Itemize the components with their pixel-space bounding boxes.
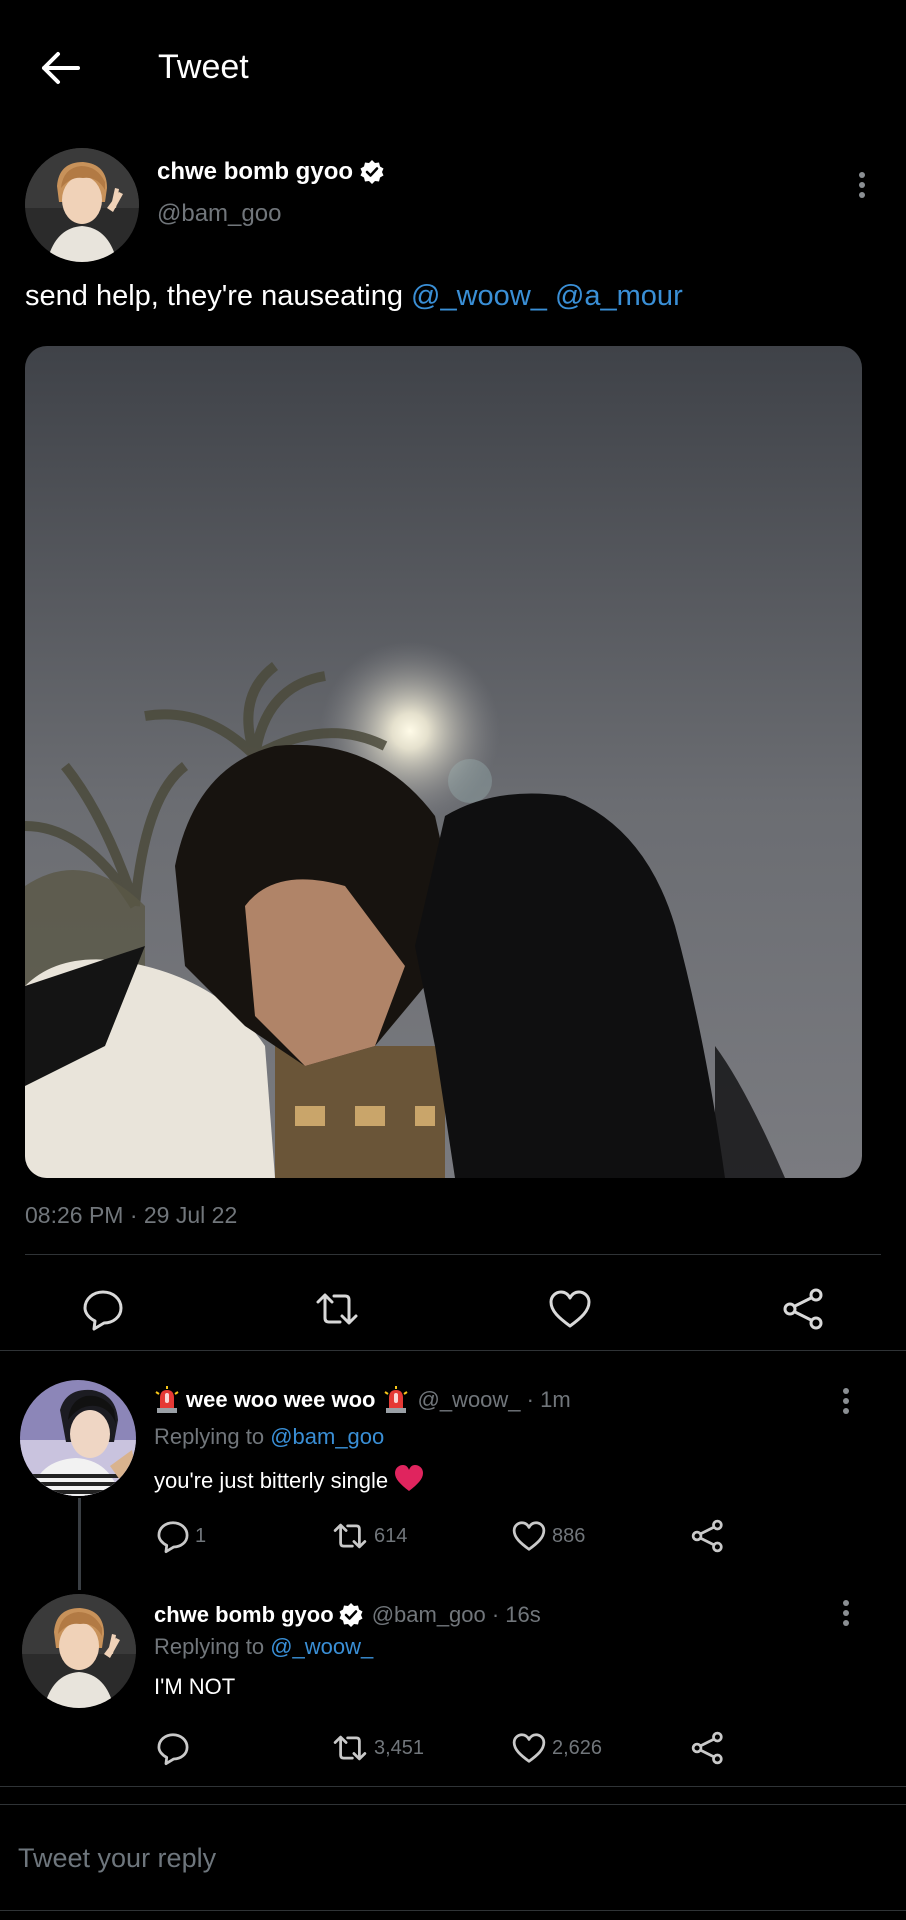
reply-handle-time: @_woow_ · 1m: [417, 1387, 571, 1412]
reply-display-name[interactable]: chwe bomb gyoo: [154, 1602, 334, 1628]
reply-body: you're just bitterly single: [154, 1468, 389, 1493]
tweet-text: send help, they're nauseating @_woow_ @a…: [25, 280, 683, 313]
tweet-photo[interactable]: [25, 346, 862, 1178]
divider: [0, 1910, 906, 1911]
reply-share-button[interactable]: [690, 1730, 726, 1766]
heart-icon[interactable]: [547, 1286, 593, 1332]
reply-header: wee woo wee woo @_woow_ · 1m: [154, 1386, 571, 1414]
reply-header: chwe bomb gyoo @bam_goo · 16s: [154, 1602, 541, 1628]
reply-actions: 1 614 886: [0, 1518, 906, 1558]
mention-link[interactable]: @a_mour: [555, 280, 683, 312]
back-arrow-icon[interactable]: [38, 46, 82, 90]
reply-avatar[interactable]: [22, 1594, 136, 1708]
reply-avatar[interactable]: [20, 1380, 136, 1496]
more-options-icon[interactable]: [857, 172, 867, 202]
more-options-icon[interactable]: [841, 1600, 851, 1630]
reply-retweet-button[interactable]: 614: [330, 1518, 407, 1554]
divider: [0, 1350, 906, 1351]
retweet-count: 3,451: [374, 1736, 425, 1759]
author-display-name[interactable]: chwe bomb gyoo: [157, 158, 353, 186]
reply-text: you're just bitterly single: [154, 1464, 424, 1498]
reply-icon[interactable]: [80, 1286, 126, 1332]
replying-mention[interactable]: @bam_goo: [270, 1424, 384, 1449]
verified-badge-icon: [359, 159, 385, 185]
more-options-icon[interactable]: [841, 1388, 851, 1418]
reply-body: I'M NOT: [154, 1674, 236, 1699]
divider: [0, 1804, 906, 1805]
page-title: Tweet: [158, 48, 249, 86]
top-bar: Tweet: [0, 0, 906, 136]
mention-link[interactable]: @_woow_: [411, 280, 547, 312]
verified-badge-icon: [338, 1602, 364, 1628]
siren-emoji-icon: [383, 1386, 409, 1414]
reply-count: 1: [195, 1524, 207, 1547]
tweet-actions: [0, 1280, 906, 1336]
red-heart-emoji-icon: [394, 1464, 424, 1498]
reply-like-button[interactable]: 2,626: [510, 1730, 602, 1766]
share-icon[interactable]: [781, 1286, 827, 1332]
replying-mention[interactable]: @_woow_: [270, 1634, 373, 1659]
author-handle[interactable]: @bam_goo: [157, 200, 385, 228]
reply-handle-time: @bam_goo · 16s: [371, 1602, 541, 1627]
retweet-count: 614: [374, 1524, 408, 1547]
replying-to: Replying to @bam_goo: [154, 1424, 384, 1450]
reply-actions: 3,451 2,626: [0, 1730, 906, 1770]
tweet-body: send help, they're nauseating: [25, 280, 412, 312]
replying-to: Replying to @_woow_: [154, 1634, 373, 1660]
reply-retweet-button[interactable]: 3,451: [330, 1730, 424, 1766]
divider: [0, 1786, 906, 1787]
like-count: 2,626: [552, 1736, 603, 1759]
reply-like-button[interactable]: 886: [510, 1518, 585, 1554]
replying-prefix: Replying to: [154, 1424, 271, 1449]
replying-prefix: Replying to: [154, 1634, 271, 1659]
tweet-timestamp: 08:26 PM · 29 Jul 22: [25, 1202, 238, 1228]
author-avatar[interactable]: [25, 148, 139, 262]
author-info: chwe bomb gyoo @bam_goo: [157, 158, 385, 228]
siren-emoji-icon: [154, 1386, 180, 1414]
reply-share-button[interactable]: [690, 1518, 726, 1554]
like-count: 886: [552, 1524, 586, 1547]
reply-text: I'M NOT: [154, 1674, 235, 1700]
retweet-icon[interactable]: [314, 1286, 360, 1332]
divider: [25, 1254, 881, 1255]
reply-display-name[interactable]: wee woo wee woo: [186, 1387, 375, 1413]
reply-reply-button[interactable]: 1: [155, 1518, 206, 1554]
reply-composer-input[interactable]: Tweet your reply: [18, 1843, 216, 1874]
reply-reply-button[interactable]: [155, 1730, 195, 1766]
